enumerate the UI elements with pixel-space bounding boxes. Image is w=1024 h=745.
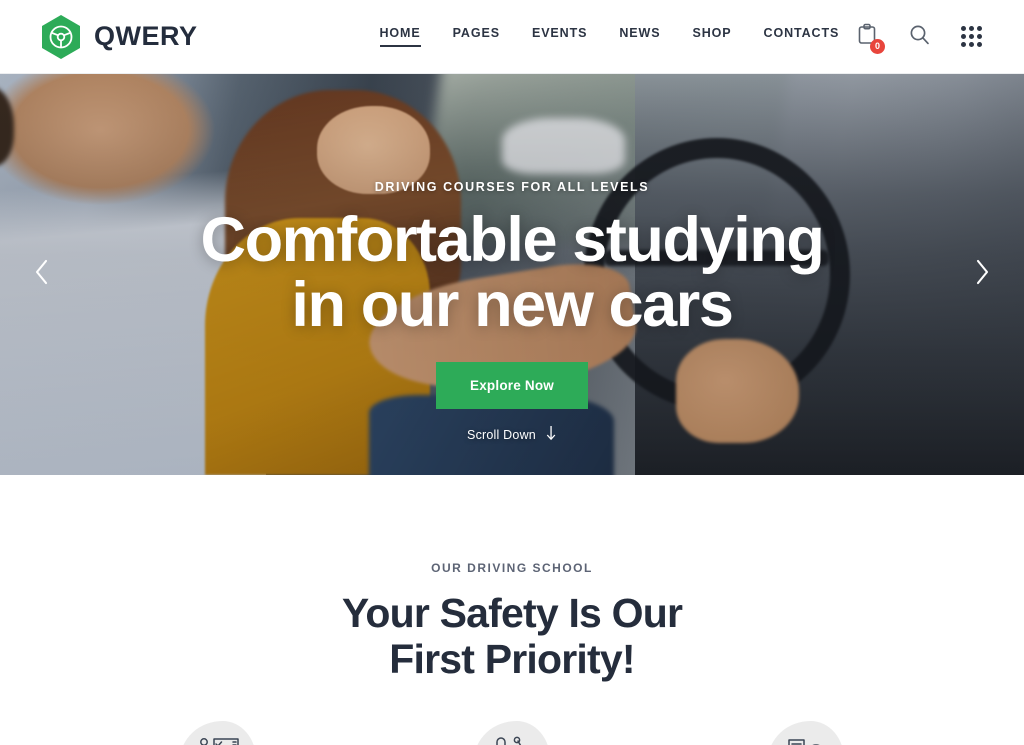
section-eyebrow: OUR DRIVING SCHOOL: [431, 561, 593, 575]
hero-eyebrow: DRIVING COURSES FOR ALL LEVELS: [374, 180, 650, 194]
feature-item-1[interactable]: [180, 720, 256, 745]
grid-menu-icon: [960, 26, 982, 47]
main-navigation: HOME PAGES EVENTS NEWS SHOP CONTACTS: [379, 26, 840, 47]
hero-title-line-1: Comfortable studying: [200, 205, 824, 275]
brand-logo-link[interactable]: QWERY: [40, 14, 198, 60]
feature-blob-3: [768, 720, 844, 745]
arrow-down-icon: [545, 425, 557, 444]
hero-slider: DRIVING COURSES FOR ALL LEVELS Comfortab…: [0, 74, 1024, 475]
cart-count-badge: 0: [870, 38, 885, 54]
site-header: QWERY HOME PAGES EVENTS NEWS SHOP CONTAC…: [0, 0, 1024, 74]
chevron-left-icon: [33, 258, 51, 291]
section-title: Your Safety Is Our First Priority!: [0, 590, 1024, 683]
driving-school-section: OUR DRIVING SCHOOL Your Safety Is Our Fi…: [0, 475, 1024, 745]
brand-name: QWERY: [94, 21, 198, 51]
nav-item-news[interactable]: NEWS: [619, 26, 660, 47]
steering-wheel-icon: [40, 14, 82, 60]
hero-prev-button[interactable]: [22, 255, 62, 295]
nav-item-home[interactable]: HOME: [379, 26, 421, 47]
nav-item-shop[interactable]: SHOP: [692, 26, 731, 47]
chevron-right-icon: [973, 258, 991, 291]
hero-title-line-2: in our new cars: [291, 269, 734, 340]
scroll-down-label: Scroll Down: [467, 427, 536, 442]
classroom-lesson-icon: [195, 736, 241, 745]
nav-item-contacts[interactable]: CONTACTS: [764, 26, 840, 47]
section-title-line-1: Your Safety Is Our: [341, 590, 683, 636]
search-button[interactable]: [906, 24, 932, 50]
feature-blob-1: [180, 720, 256, 745]
practice-course-cones-icon: [783, 736, 829, 745]
explore-now-button[interactable]: Explore Now: [436, 361, 588, 409]
nav-item-pages[interactable]: PAGES: [453, 26, 500, 47]
nav-item-events[interactable]: EVENTS: [532, 26, 587, 47]
feature-item-3[interactable]: [768, 720, 844, 745]
grid-menu-button[interactable]: [958, 24, 984, 50]
hero-content: DRIVING COURSES FOR ALL LEVELS Comfortab…: [0, 74, 1024, 475]
feature-blob-2: [474, 720, 550, 745]
scroll-down-link[interactable]: Scroll Down: [467, 425, 557, 444]
cart-button[interactable]: 0: [854, 23, 885, 54]
section-title-line-2: First Priority!: [389, 635, 635, 682]
features-row: [0, 720, 1024, 745]
header-actions: 0: [854, 23, 984, 54]
search-icon: [909, 24, 930, 50]
feature-item-2[interactable]: [474, 720, 550, 745]
hero-title: Comfortable studying in our new cars: [200, 205, 824, 340]
gear-shift-seat-icon: [489, 736, 535, 745]
hero-next-button[interactable]: [962, 255, 1002, 295]
